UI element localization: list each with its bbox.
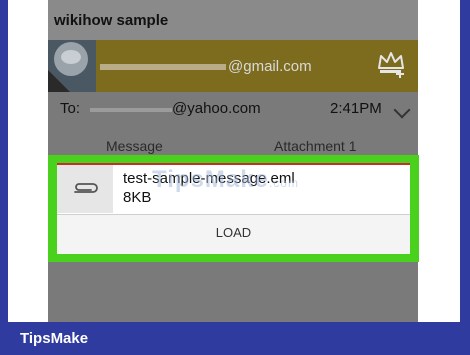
avatar-head (61, 50, 81, 64)
tab-message[interactable]: Message (106, 138, 163, 154)
watermark-text: TipsMake (152, 166, 269, 193)
sender-email-domain: @gmail.com (228, 58, 312, 75)
recipient-row[interactable]: To: @yahoo.com 2:41PM (48, 92, 418, 126)
load-button[interactable]: LOAD (57, 215, 410, 254)
message-time: 2:41PM (330, 100, 382, 117)
chevron-down-icon[interactable] (393, 101, 411, 119)
redacted-text (100, 64, 226, 71)
avatar[interactable] (48, 40, 96, 92)
image-frame: wikihow sample @gmail.com To: @yahoo.com… (0, 0, 470, 355)
crown-plus-icon[interactable] (376, 50, 406, 78)
watermark-suffix: .com (268, 176, 299, 190)
footer-brand: TipsMake (20, 330, 89, 347)
sender-email: @gmail.com (100, 58, 312, 75)
paperclip-icon (74, 183, 98, 193)
sender-row[interactable]: @gmail.com (48, 40, 418, 92)
recipient-email-domain: @yahoo.com (172, 100, 261, 117)
frame-right-border (460, 0, 470, 322)
app-title-bar: wikihow sample (48, 0, 418, 40)
redacted-text (90, 108, 172, 112)
frame-left-margin (8, 0, 48, 322)
footer-bar: TipsMake (0, 322, 470, 355)
attachment-icon-box (57, 165, 113, 213)
to-label: To: (60, 100, 81, 117)
frame-left-border (0, 0, 8, 322)
watermark: TipsMake.com (152, 166, 299, 194)
app-title: wikihow sample (54, 12, 169, 29)
attachment-size: 8KB (123, 189, 152, 206)
avatar-corner (48, 70, 70, 92)
screen-lower-area (48, 262, 418, 322)
tab-attachment-1[interactable]: Attachment 1 (274, 138, 357, 154)
